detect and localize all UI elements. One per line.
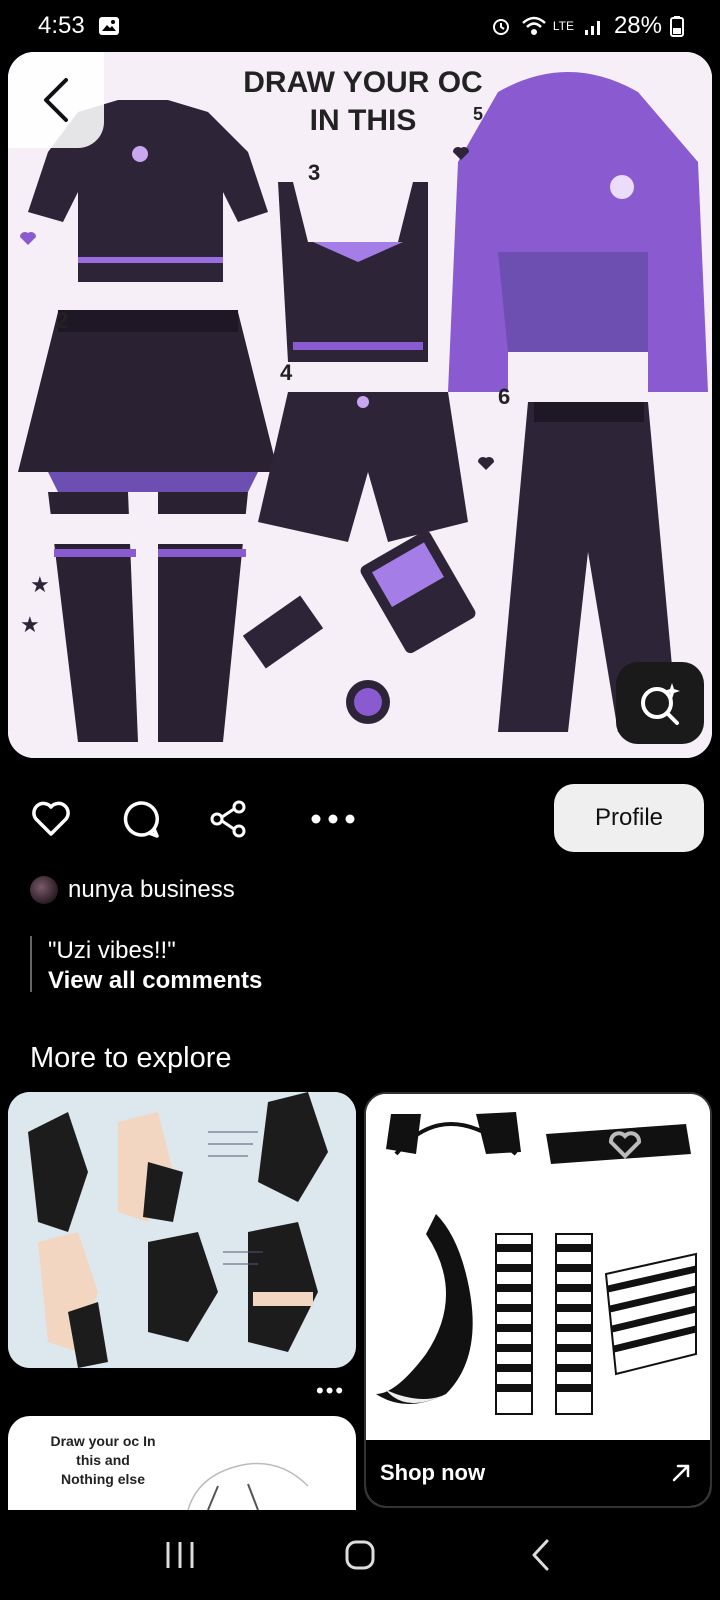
hero-number-3: 3 xyxy=(308,160,320,185)
accessories-illustration xyxy=(366,1094,710,1442)
hero-number-5: 5 xyxy=(473,104,483,124)
pin-author[interactable]: nunya business xyxy=(30,876,235,904)
arrow-up-right-icon xyxy=(672,1464,690,1482)
chevron-left-icon xyxy=(44,78,68,122)
status-time: 4:53 xyxy=(38,12,85,39)
home-icon xyxy=(345,1540,375,1570)
sketch-illustration xyxy=(187,1462,309,1510)
hero-number-2: 2 xyxy=(56,308,68,333)
explore-pin-draw-oc[interactable]: Draw your oc In this and Nothing else xyxy=(8,1416,356,1510)
comment-preview: "Uzi vibes!!" View all comments xyxy=(30,936,262,994)
back-button[interactable] xyxy=(8,52,104,148)
svg-text:★: ★ xyxy=(30,573,50,598)
lens-search-icon xyxy=(641,683,680,725)
avatar[interactable] xyxy=(30,876,58,904)
explore-heading: More to explore xyxy=(30,1042,232,1074)
pin-actions: Profile xyxy=(0,784,720,852)
home-button[interactable] xyxy=(330,1525,390,1585)
hero-number-6: 6 xyxy=(498,384,510,409)
alarm-icon xyxy=(489,14,513,38)
visual-search-button[interactable] xyxy=(616,662,704,744)
view-all-comments-link[interactable]: View all comments xyxy=(48,966,262,996)
battery-icon xyxy=(670,14,684,38)
more-icon[interactable] xyxy=(310,798,356,840)
recent-apps-icon xyxy=(166,1542,194,1568)
gallery-icon xyxy=(97,14,121,38)
shop-now-bar[interactable]: Shop now xyxy=(366,1440,710,1506)
wifi-icon xyxy=(521,14,546,38)
system-nav-bar xyxy=(0,1510,720,1600)
author-name[interactable]: nunya business xyxy=(68,876,235,904)
outfit-illustration: DRAW YOUR OC IN THIS ★ ★ 2 3 4 5 6 xyxy=(8,52,712,758)
shop-now-label[interactable]: Shop now xyxy=(380,1460,485,1486)
pin-more-dots[interactable]: ••• xyxy=(316,1378,345,1404)
svg-text:★: ★ xyxy=(20,613,40,638)
pin-image[interactable]: DRAW YOUR OC IN THIS ★ ★ 2 3 4 5 6 xyxy=(8,52,712,758)
explore-pin-shop[interactable]: Shop now xyxy=(364,1092,712,1508)
hero-heading-line1: DRAW YOUR OC xyxy=(243,66,482,99)
heart-icon[interactable] xyxy=(30,798,72,840)
network-label: LTE xyxy=(552,19,574,33)
profile-button[interactable]: Profile xyxy=(554,784,704,852)
gloves-illustration xyxy=(8,1092,356,1368)
comment-text: "Uzi vibes!!" xyxy=(48,937,176,964)
battery-percent: 28% xyxy=(613,12,662,39)
signal-icon xyxy=(582,14,606,38)
recent-apps-button[interactable] xyxy=(150,1525,210,1585)
share-icon[interactable] xyxy=(208,798,250,840)
back-icon xyxy=(532,1539,549,1571)
system-back-button[interactable] xyxy=(510,1525,570,1585)
hero-heading-line2: IN THIS xyxy=(310,104,417,137)
hero-number-4: 4 xyxy=(280,360,293,385)
explore-pin-gloves[interactable] xyxy=(8,1092,356,1368)
status-bar: 4:53 LTE 28% xyxy=(0,0,720,52)
comment-icon[interactable] xyxy=(120,798,162,840)
